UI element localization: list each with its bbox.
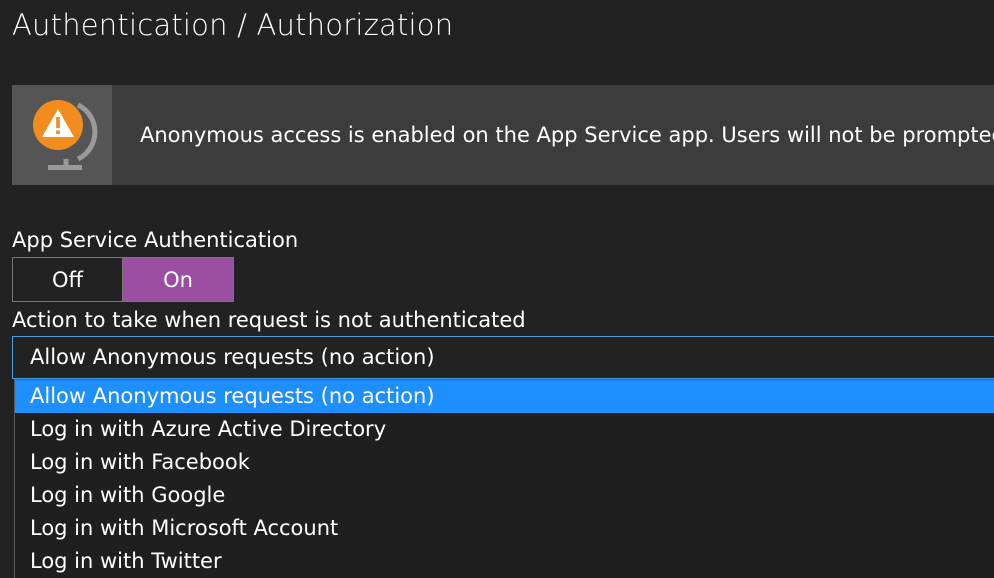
option-twitter[interactable]: Log in with Twitter [15,545,994,578]
anonymous-access-banner: Anonymous access is enabled on the App S… [12,85,994,185]
warning-globe-icon [33,100,98,170]
toggle-off-option[interactable]: Off [13,258,123,301]
option-microsoft-account[interactable]: Log in with Microsoft Account [15,512,994,545]
app-service-auth-toggle[interactable]: Off On [12,257,234,302]
option-azure-ad[interactable]: Log in with Azure Active Directory [15,413,994,446]
action-select-value: Allow Anonymous requests (no action) [30,345,435,369]
toggle-on-option[interactable]: On [123,258,233,301]
auth-blade: Authentication / Authorization Anonymous… [0,0,994,578]
action-dropdown-list: Allow Anonymous requests (no action) Log… [14,379,994,578]
page-title: Authentication / Authorization [12,8,454,42]
option-google[interactable]: Log in with Google [15,479,994,512]
banner-icon-container [12,85,112,185]
option-allow-anonymous[interactable]: Allow Anonymous requests (no action) [15,380,994,413]
option-facebook[interactable]: Log in with Facebook [15,446,994,479]
action-select[interactable]: Allow Anonymous requests (no action) [12,336,994,379]
auth-toggle-label: App Service Authentication [12,228,299,252]
banner-message: Anonymous access is enabled on the App S… [140,123,994,147]
action-label: Action to take when request is not authe… [12,308,526,332]
